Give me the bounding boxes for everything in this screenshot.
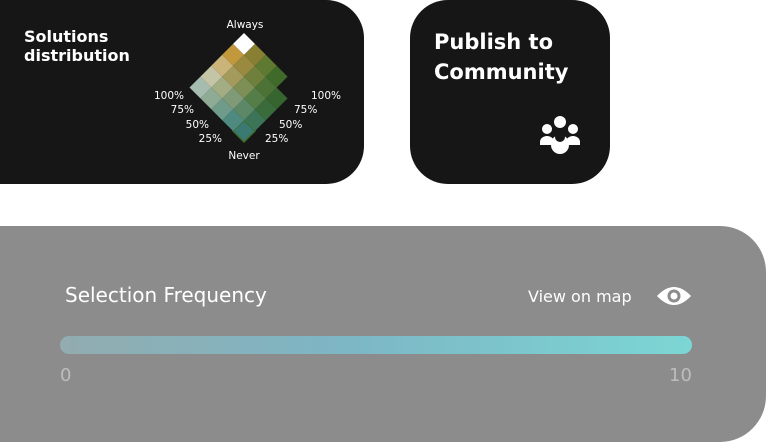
left-scale-75: 75% [171, 104, 194, 116]
eye-icon[interactable] [656, 284, 692, 308]
frequency-gradient-bar [60, 336, 692, 354]
left-scale-100: 100% [154, 90, 184, 102]
selection-frequency-card: Selection Frequency View on map 0 10 [0, 226, 766, 442]
right-scale-100: 100% [311, 90, 341, 102]
publish-title: Publish to Community [434, 30, 569, 84]
left-scale-50: 50% [186, 119, 209, 131]
right-scale-75: 75% [294, 104, 317, 116]
community-icon [540, 116, 580, 154]
solutions-matrix: Always Never 100% 75% 50% 25% 100% 75% 5… [154, 19, 341, 162]
selection-frequency-title: Selection Frequency [65, 283, 267, 307]
scale-min-label: 0 [60, 365, 72, 386]
right-scale-25: 25% [265, 133, 288, 145]
publish-to-community-button[interactable]: Publish to Community [410, 0, 610, 184]
right-scale-50: 50% [279, 119, 302, 131]
scale-max-label: 10 [669, 365, 692, 386]
label-never: Never [228, 150, 260, 162]
solutions-distribution-card[interactable]: Solutions distribution Always Never 100%… [0, 0, 364, 184]
label-always: Always [227, 19, 264, 31]
view-on-map-link[interactable]: View on map [528, 287, 632, 306]
left-scale-25: 25% [199, 133, 222, 145]
